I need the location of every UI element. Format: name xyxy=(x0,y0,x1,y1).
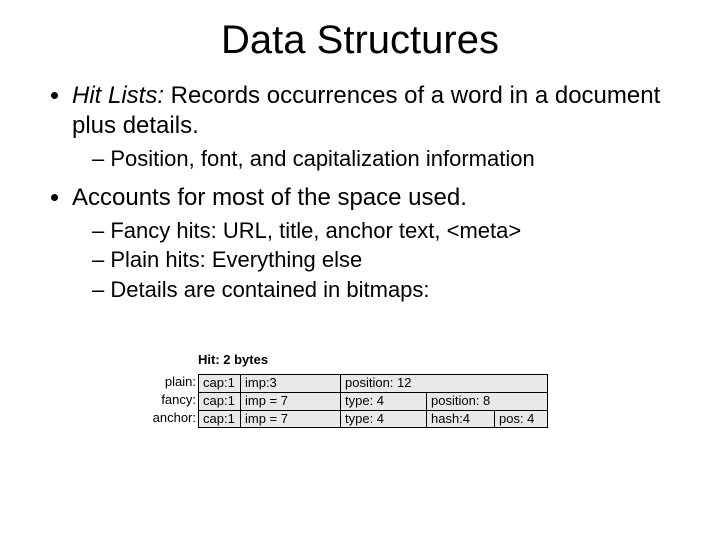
cell: imp:3 xyxy=(241,375,341,392)
sub-item: Position, font, and capitalization infor… xyxy=(92,145,680,173)
cell: type: 4 xyxy=(341,393,427,410)
cell: cap:1 xyxy=(199,411,241,427)
bullet-lead: Hit Lists: xyxy=(72,82,164,109)
bullet-item: Hit Lists: Records occurrences of a word… xyxy=(72,81,680,173)
row-cells: cap:1 imp = 7 type: 4 hash:4 pos: 4 xyxy=(198,410,548,428)
bullet-item: Accounts for most of the space used. Fan… xyxy=(72,183,680,304)
row-label: anchor: xyxy=(148,410,198,428)
sub-item: Plain hits: Everything else xyxy=(92,246,680,274)
sub-list: Position, font, and capitalization infor… xyxy=(72,145,680,173)
diagram-title: Hit: 2 bytes xyxy=(198,352,548,368)
diagram-row-anchor: anchor: cap:1 imp = 7 type: 4 hash:4 pos… xyxy=(148,410,548,428)
slide: Data Structures Hit Lists: Records occur… xyxy=(0,0,720,540)
bullet-list: Hit Lists: Records occurrences of a word… xyxy=(46,81,680,303)
row-label: plain: xyxy=(148,374,198,392)
cell: cap:1 xyxy=(199,375,241,392)
row-label: fancy: xyxy=(148,392,198,410)
diagram-row-plain: plain: cap:1 imp:3 position: 12 xyxy=(148,374,548,392)
sub-list: Fancy hits: URL, title, anchor text, <me… xyxy=(72,217,680,304)
cell: position: 12 xyxy=(341,375,547,392)
cell: type: 4 xyxy=(341,411,427,427)
cell: position: 8 xyxy=(427,393,547,410)
bullet-text: Accounts for most of the space used. xyxy=(72,184,467,211)
cell: imp = 7 xyxy=(241,411,341,427)
cell: imp = 7 xyxy=(241,393,341,410)
hit-diagram: Hit: 2 bytes plain: cap:1 imp:3 position… xyxy=(148,352,548,428)
diagram-row-fancy: fancy: cap:1 imp = 7 type: 4 position: 8 xyxy=(148,392,548,410)
row-cells: cap:1 imp = 7 type: 4 position: 8 xyxy=(198,392,548,410)
cell: hash:4 xyxy=(427,411,495,427)
sub-item: Fancy hits: URL, title, anchor text, <me… xyxy=(92,217,680,245)
cell: pos: 4 xyxy=(495,411,547,427)
row-cells: cap:1 imp:3 position: 12 xyxy=(198,374,548,392)
cell: cap:1 xyxy=(199,393,241,410)
page-title: Data Structures xyxy=(40,18,680,63)
sub-item: Details are contained in bitmaps: xyxy=(92,276,680,304)
